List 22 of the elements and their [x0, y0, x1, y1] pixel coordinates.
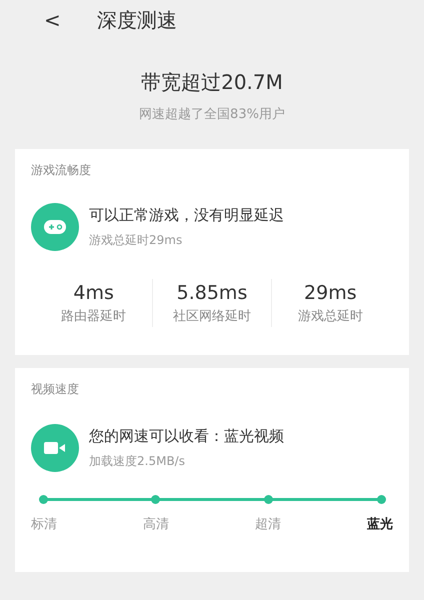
- card-label: 游戏流畅度: [31, 162, 92, 178]
- stat-value: 29ms: [304, 280, 357, 306]
- stat-label: 路由器延时: [61, 308, 126, 326]
- card-label: 视频速度: [31, 380, 80, 398]
- back-button[interactable]: <: [44, 5, 61, 35]
- quality-label: 蓝光: [367, 516, 393, 534]
- video-camera-icon: [31, 424, 79, 472]
- stat-value: 4ms: [73, 280, 114, 306]
- detail-text: 加载速度2.5MB/s: [89, 452, 186, 470]
- page-title: 深度测速: [96, 7, 177, 34]
- status-text: 可以正常游戏，没有明显延迟: [89, 205, 284, 226]
- stat-value: 5.85ms: [176, 280, 248, 306]
- gamepad-icon: [31, 202, 79, 250]
- rank-subtitle: 网速超越了全国83%用户: [139, 106, 285, 124]
- stat-label: 社区网络延时: [172, 308, 251, 326]
- quality-label: 标清: [31, 516, 57, 534]
- quality-label: 高清: [143, 516, 169, 534]
- stat-label: 游戏总延时: [298, 308, 363, 326]
- status-text: 您的网速可以收看：蓝光视频: [89, 426, 284, 448]
- quality-label: 超清: [255, 516, 281, 534]
- detail-text: 游戏总延时29ms: [89, 232, 184, 249]
- bandwidth-headline: 带宽超过20.7M: [141, 69, 283, 96]
